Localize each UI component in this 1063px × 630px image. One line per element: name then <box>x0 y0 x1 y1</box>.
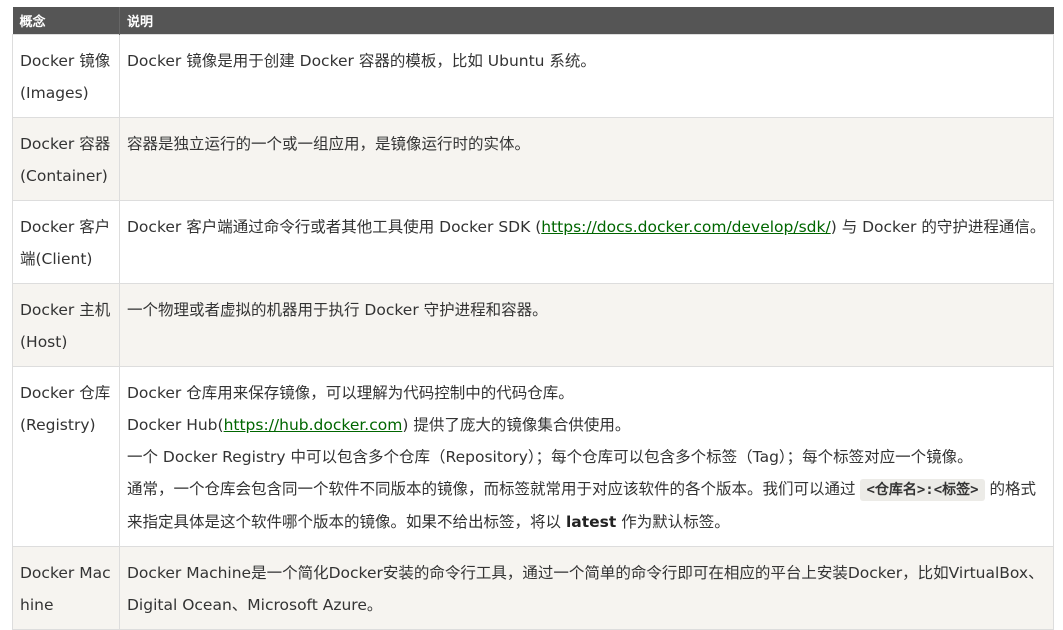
docker-concepts-table: 概念 说明 Docker 镜像(Images) Docker 镜像是用于创建 D… <box>12 7 1054 630</box>
table-row: Docker 主机(Host) 一个物理或者虚拟的机器用于执行 Docker 守… <box>12 282 1054 367</box>
table-row: Docker 客户端(Client) Docker 客户端通过命令行或者其他工具… <box>12 199 1054 284</box>
description-cell: 容器是独立运行的一个或一组应用，是镜像运行时的实体。 <box>119 116 1054 201</box>
description-cell: Docker 客户端通过命令行或者其他工具使用 Docker SDK (http… <box>119 199 1054 284</box>
table-row: Docker 仓库(Registry) Docker 仓库用来保存镜像，可以理解… <box>12 365 1054 547</box>
concept-cell: Docker 容器(Container) <box>12 116 120 201</box>
registry-line-2: Docker Hub(https://hub.docker.com) 提供了庞大… <box>127 409 1047 441</box>
description-cell: Docker 仓库用来保存镜像，可以理解为代码控制中的代码仓库。 Docker … <box>119 365 1054 547</box>
registry-line-3: 一个 Docker Registry 中可以包含多个仓库（Repository）… <box>127 447 973 466</box>
description-text: Docker 客户端通过命令行或者其他工具使用 Docker SDK ( <box>127 217 542 236</box>
table-row: Docker Machine Docker Machine是一个简化Docker… <box>12 545 1054 630</box>
header-description: 说明 <box>119 7 1054 34</box>
description-text: Docker Hub( <box>127 415 224 434</box>
description-cell: Docker 镜像是用于创建 Docker 容器的模板，比如 Ubuntu 系统… <box>119 33 1054 118</box>
repo-tag-code: <仓库名>:<标签> <box>860 478 985 501</box>
description-text: ) 提供了庞大的镜像集合供使用。 <box>402 415 631 434</box>
registry-line-4: 通常，一个仓库会包含同一个软件不同版本的镜像，而标签就常用于对应该软件的各个版本… <box>127 473 1047 538</box>
registry-line-1: Docker 仓库用来保存镜像，可以理解为代码控制中的代码仓库。 <box>127 383 574 402</box>
concept-cell: Docker 主机(Host) <box>12 282 120 367</box>
concept-cell: Docker Machine <box>12 545 120 630</box>
docker-sdk-link[interactable]: https://docs.docker.com/develop/sdk/ <box>541 218 830 236</box>
description-cell: Docker Machine是一个简化Docker安装的命令行工具，通过一个简单… <box>119 545 1054 630</box>
description-text: 通常，一个仓库会包含同一个软件不同版本的镜像，而标签就常用于对应该软件的各个版本… <box>127 479 861 498</box>
table-header-row: 概念 说明 <box>12 7 1054 34</box>
header-concept: 概念 <box>12 7 120 34</box>
concept-cell: Docker 客户端(Client) <box>12 199 120 284</box>
latest-keyword: latest <box>565 512 617 531</box>
concept-cell: Docker 镜像(Images) <box>12 33 120 118</box>
concept-cell: Docker 仓库(Registry) <box>12 365 120 547</box>
docker-hub-link[interactable]: https://hub.docker.com <box>224 416 403 434</box>
table-row: Docker 容器(Container) 容器是独立运行的一个或一组应用，是镜像… <box>12 116 1054 201</box>
description-text: 作为默认标签。 <box>616 512 730 531</box>
description-text: ) 与 Docker 的守护进程通信。 <box>830 217 1046 236</box>
description-cell: 一个物理或者虚拟的机器用于执行 Docker 守护进程和容器。 <box>119 282 1054 367</box>
table-row: Docker 镜像(Images) Docker 镜像是用于创建 Docker … <box>12 33 1054 118</box>
